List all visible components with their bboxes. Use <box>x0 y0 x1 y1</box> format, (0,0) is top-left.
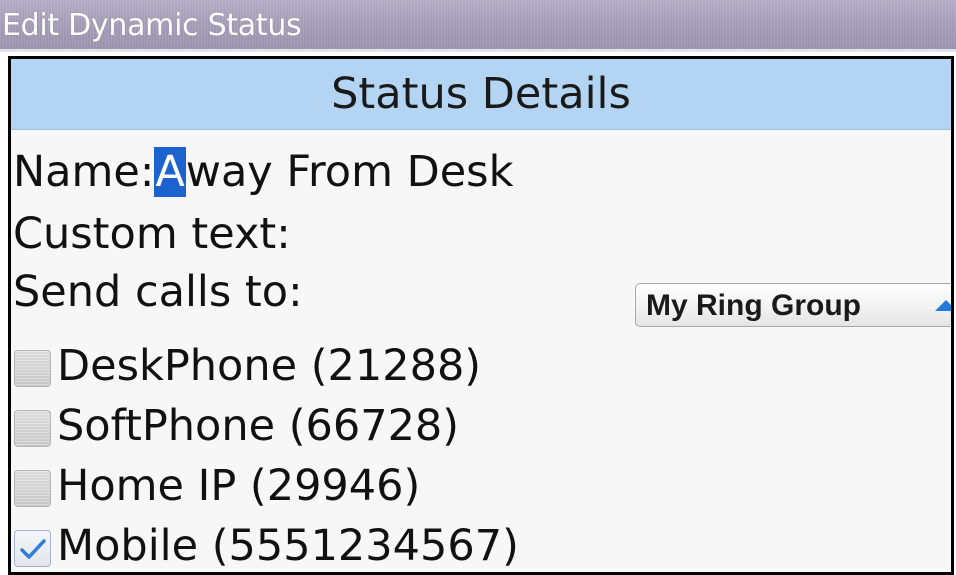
home-ip-checkbox[interactable] <box>14 470 51 507</box>
send-calls-row: Send calls to: <box>13 267 303 317</box>
home-ip-label: Home IP (29946) <box>57 461 421 511</box>
title-bar: Edit Dynamic Status <box>0 0 956 50</box>
softphone-label: SoftPhone (66728) <box>57 401 460 451</box>
triangle-up-icon <box>935 300 951 311</box>
status-details-panel: Status Details Name:Away From Desk Custo… <box>8 56 954 575</box>
custom-text-field[interactable]: Custom text: <box>13 209 291 259</box>
title-divider <box>0 49 956 52</box>
name-field[interactable]: Name:Away From Desk <box>13 147 514 197</box>
mobile-checkbox[interactable] <box>14 530 51 567</box>
section-title: Status Details <box>331 69 631 119</box>
edit-dynamic-status-screen: Edit Dynamic Status Status Details Name:… <box>0 0 956 575</box>
send-calls-label: Send calls to: <box>13 267 303 317</box>
custom-text-label: Custom text: <box>13 209 291 259</box>
checkmark-icon <box>20 539 46 559</box>
section-header: Status Details <box>11 59 951 130</box>
window-title: Edit Dynamic Status <box>2 8 302 43</box>
send-calls-dropdown[interactable]: My Ring Group <box>635 283 951 327</box>
name-label: Name: <box>13 147 155 197</box>
mobile-label: Mobile (5551234567) <box>57 521 519 571</box>
deskphone-checkbox[interactable] <box>14 350 51 387</box>
text-cursor: A <box>154 147 186 197</box>
deskphone-label: DeskPhone (21288) <box>57 341 482 391</box>
name-value: way From Desk <box>185 147 514 197</box>
softphone-checkbox[interactable] <box>14 410 51 447</box>
send-calls-selected-value: My Ring Group <box>646 289 861 322</box>
